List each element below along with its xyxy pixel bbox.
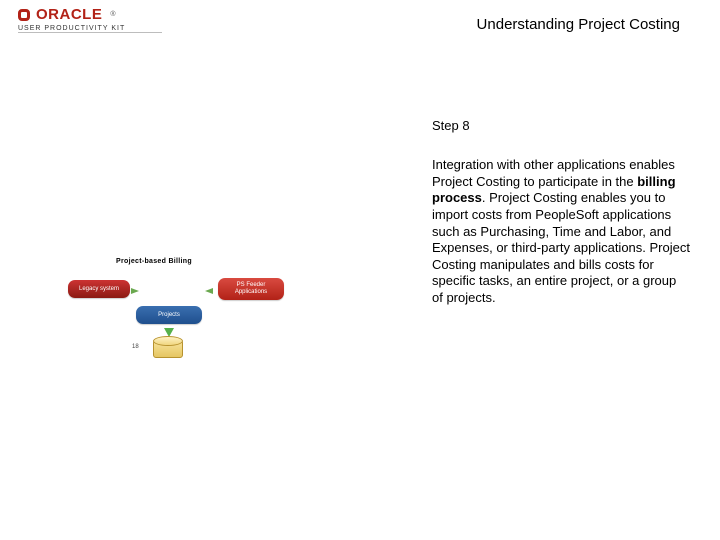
diagram-box-legacy: Legacy system (68, 280, 130, 298)
step-label: Step 8 (432, 118, 690, 133)
arrow-left-icon (205, 288, 213, 294)
body-post-bold: . Project Costing enables you to import … (432, 190, 690, 305)
page-title: Understanding Project Costing (477, 16, 680, 33)
oracle-o-icon (18, 9, 30, 21)
trademark-symbol: ® (110, 11, 115, 18)
oracle-wordmark: ORACLE (36, 6, 102, 23)
brand-subline: USER PRODUCTIVITY KIT (18, 25, 148, 32)
body-paragraph: Integration with other applications enab… (432, 157, 690, 307)
database-icon (153, 340, 183, 358)
oracle-logo-block: ORACLE ® USER PRODUCTIVITY KIT (18, 6, 148, 32)
header-divider (18, 32, 162, 33)
diagram-box-projects: Projects (136, 306, 202, 324)
diagram-box-feeder: PS Feeder Applications (218, 278, 284, 300)
arrow-right-icon (131, 288, 139, 294)
diagram-project-billing: Project-based Billing Legacy system PS F… (68, 258, 308, 378)
diagram-db-label: 18 (132, 344, 139, 350)
diagram-title: Project-based Billing (116, 258, 192, 265)
